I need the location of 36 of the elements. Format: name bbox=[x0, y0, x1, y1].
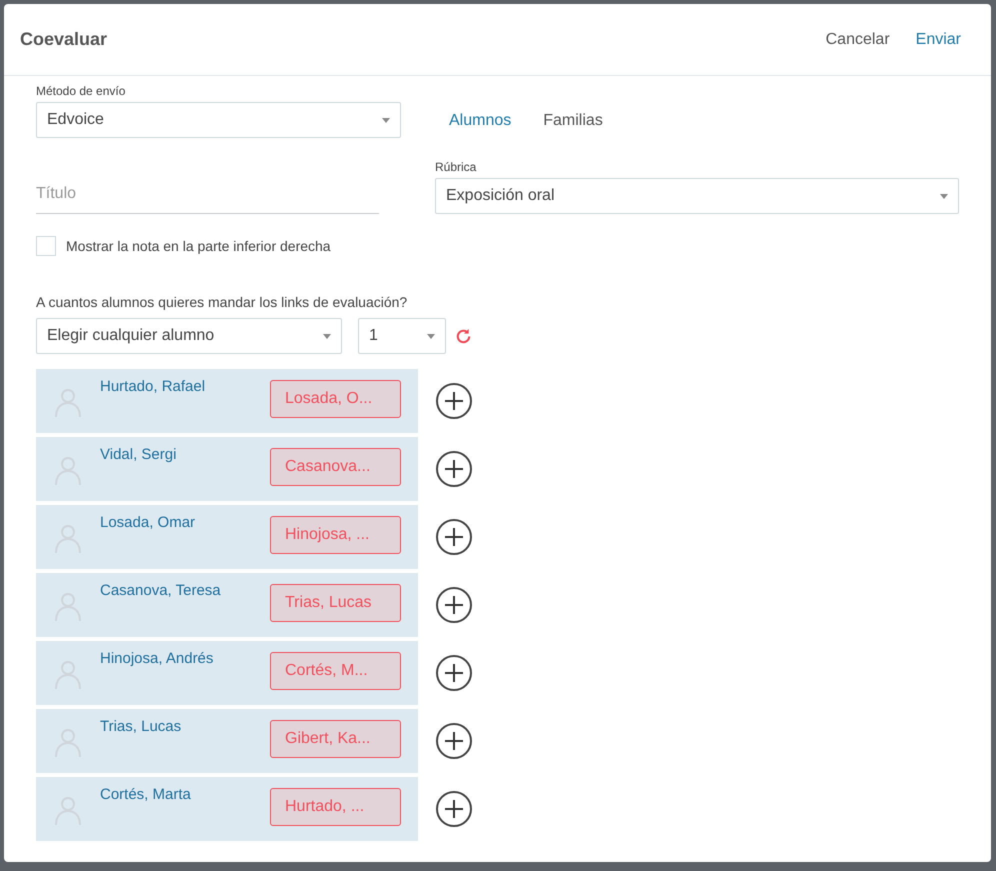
send-method-select[interactable]: Edvoice bbox=[36, 102, 401, 138]
dialog-action-button[interactable]: Cancelar bbox=[826, 30, 890, 48]
add-icon[interactable] bbox=[435, 382, 473, 420]
student-name: Hinojosa, Andrés bbox=[100, 650, 214, 667]
add-icon[interactable] bbox=[435, 654, 473, 692]
student-select[interactable]: Elegir cualquier alumno bbox=[36, 318, 342, 354]
assigned-student-tag[interactable]: Losada, O... bbox=[270, 380, 401, 418]
dialog-action-button[interactable]: Enviar bbox=[916, 30, 961, 48]
student-name: Cortés, Marta bbox=[100, 786, 192, 803]
student-name: Losada, Omar bbox=[100, 514, 196, 531]
tab[interactable]: Alumnos bbox=[437, 110, 524, 132]
assigned-student-tag[interactable]: Hinojosa, ... bbox=[270, 516, 401, 554]
add-icon[interactable] bbox=[435, 586, 473, 624]
add-icon[interactable] bbox=[435, 790, 473, 828]
count-select[interactable]: 1 bbox=[358, 318, 446, 354]
rubric-select[interactable]: Exposición oral bbox=[435, 178, 959, 214]
add-icon[interactable] bbox=[435, 518, 473, 556]
tab[interactable]: Familias bbox=[531, 110, 615, 132]
student-name: Vidal, Sergi bbox=[100, 446, 178, 463]
checkbox[interactable] bbox=[36, 236, 56, 256]
assigned-student-tag[interactable]: Gibert, Ka... bbox=[270, 720, 401, 758]
add-icon[interactable] bbox=[435, 450, 473, 488]
assigned-student-tag[interactable]: Casanova... bbox=[270, 448, 401, 486]
checkbox-label: Mostrar la nota en la parte inferior derecha bbox=[66, 238, 331, 254]
student-name: Trias, Lucas bbox=[100, 718, 182, 735]
add-icon[interactable] bbox=[435, 722, 473, 760]
refresh-icon[interactable] bbox=[454, 326, 473, 346]
assigned-student-tag[interactable]: Hurtado, ... bbox=[270, 788, 401, 826]
assigned-student-tag[interactable]: Trias, Lucas bbox=[270, 584, 401, 622]
assigned-student-tag[interactable]: Cortés, M... bbox=[270, 652, 401, 690]
field-label: Rúbrica bbox=[435, 160, 478, 174]
field-label: Método de envío bbox=[36, 84, 126, 98]
question-text: A cuantos alumnos quieres mandar los links de evaluación? bbox=[36, 294, 408, 310]
dialog-title: Coevaluar bbox=[20, 29, 108, 50]
student-name: Casanova, Teresa bbox=[100, 582, 222, 599]
student-name: Hurtado, Rafael bbox=[100, 378, 206, 395]
